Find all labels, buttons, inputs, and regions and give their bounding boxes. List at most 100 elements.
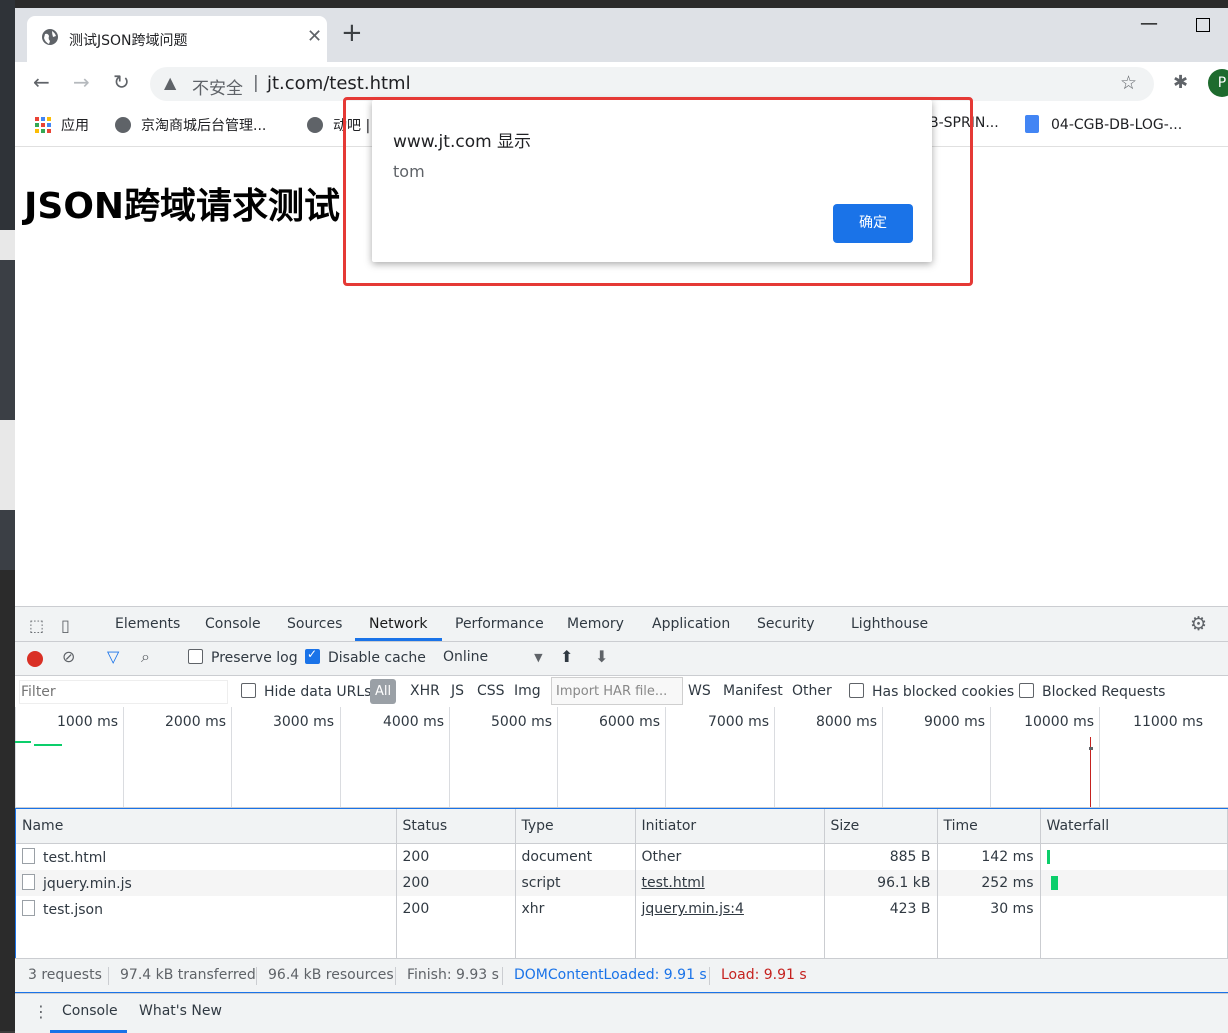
- search-icon[interactable]: ⌕: [141, 647, 150, 667]
- address-bar[interactable]: ▲ 不安全 | jt.com/test.html ☆: [150, 67, 1154, 101]
- clear-icon[interactable]: ⊘: [62, 647, 75, 666]
- column-header-waterfall[interactable]: Waterfall: [1040, 809, 1228, 844]
- filter-icon[interactable]: ▽: [107, 647, 119, 666]
- throttle-select[interactable]: Online ▼: [443, 649, 543, 665]
- minimize-icon[interactable]: —: [1140, 13, 1158, 34]
- network-toolbar: ⊘ ▽ ⌕ Preserve log Disable cache Online ▼…: [15, 642, 1228, 676]
- disable-cache-checkbox[interactable]: Disable cache: [305, 647, 426, 666]
- column-header-initiator[interactable]: Initiator: [635, 809, 825, 844]
- apps-grid-icon: [35, 117, 51, 133]
- url-text: jt.com/test.html: [267, 73, 411, 94]
- blocked-requests-checkbox[interactable]: Blocked Requests: [1019, 683, 1165, 700]
- tab-console[interactable]: Console: [205, 616, 261, 632]
- summary-load: Load: 9.91 s: [721, 967, 807, 983]
- drawer-tab-console[interactable]: Console: [62, 1003, 118, 1019]
- hide-data-urls-checkbox[interactable]: Hide data URLs: [241, 683, 371, 700]
- initiator-link[interactable]: jquery.min.js:4: [642, 901, 744, 917]
- devtools-panel: ⬚ ▯ Elements Console Sources Network Per…: [15, 606, 1228, 1033]
- omnibox-separator: |: [253, 73, 259, 93]
- waterfall-bar: [1050, 876, 1058, 890]
- request-name: jquery.min.js: [43, 876, 132, 892]
- highlight-annotation-box: [343, 97, 973, 286]
- import-har-icon[interactable]: ⬆: [560, 647, 573, 666]
- table-row[interactable]: test.json 200 xhr jquery.min.js:4 423 B …: [16, 896, 1228, 922]
- bookmark-cgb-db-log[interactable]: 04-CGB-DB-LOG-...: [1025, 115, 1182, 133]
- new-tab-button[interactable]: +: [341, 20, 363, 46]
- title-bar-edge: [15, 0, 1228, 8]
- initiator-link[interactable]: test.html: [642, 875, 705, 891]
- tab-network[interactable]: Network: [369, 616, 427, 632]
- request-time: 142 ms: [937, 843, 1041, 870]
- checkbox-icon: [1019, 683, 1034, 698]
- inspect-icon[interactable]: ⬚: [29, 616, 44, 635]
- divider: [709, 967, 710, 985]
- column-header-time[interactable]: Time: [937, 809, 1041, 844]
- export-har-icon[interactable]: ⬇: [595, 647, 608, 666]
- filter-manifest[interactable]: Manifest: [723, 683, 783, 699]
- filter-input[interactable]: [19, 680, 228, 704]
- request-size: 96.1 kB: [824, 870, 938, 896]
- devtools-tab-bar: ⬚ ▯ Elements Console Sources Network Per…: [15, 607, 1228, 642]
- timeline-tick: 4000 ms: [340, 707, 450, 807]
- tab-memory[interactable]: Memory: [567, 616, 624, 632]
- preserve-log-checkbox[interactable]: Preserve log: [188, 649, 298, 666]
- star-icon[interactable]: ☆: [1120, 72, 1137, 94]
- import-har-tooltip: Import HAR file...: [551, 677, 683, 705]
- filter-css[interactable]: CSS: [477, 683, 505, 699]
- timeline-tick: 10000 ms: [990, 707, 1100, 807]
- page-heading: JSON跨域请求测试: [24, 186, 341, 227]
- summary-resources: 96.4 kB resources: [268, 967, 394, 983]
- hide-data-urls-label: Hide data URLs: [264, 684, 372, 700]
- blocked-requests-label: Blocked Requests: [1042, 684, 1166, 700]
- filter-all[interactable]: All: [370, 679, 396, 704]
- column-header-status[interactable]: Status: [396, 809, 516, 844]
- filter-img[interactable]: Img: [514, 683, 541, 699]
- bookmark-apps[interactable]: 应用: [35, 115, 89, 135]
- filter-ws[interactable]: WS: [688, 683, 711, 699]
- waterfall-cell: [1040, 870, 1228, 896]
- back-arrow-icon[interactable]: ←: [33, 70, 50, 94]
- puzzle-icon[interactable]: ✱: [1173, 72, 1188, 93]
- has-blocked-cookies-checkbox[interactable]: Has blocked cookies: [849, 683, 1014, 700]
- column-header-name[interactable]: Name: [16, 809, 397, 844]
- filter-other[interactable]: Other: [792, 683, 832, 699]
- tab-active[interactable]: 测试JSON跨域问题 ✕: [27, 16, 327, 62]
- profile-avatar[interactable]: P: [1208, 69, 1228, 97]
- waterfall-cell: [1040, 843, 1228, 870]
- tab-strip: 测试JSON跨域问题 ✕ + —: [15, 8, 1228, 62]
- tab-security[interactable]: Security: [757, 616, 815, 632]
- tab-application[interactable]: Application: [652, 616, 730, 632]
- maximize-icon[interactable]: [1196, 18, 1210, 32]
- network-overview-timeline[interactable]: 1000 ms 2000 ms 3000 ms 4000 ms 5000 ms …: [15, 707, 1228, 808]
- tab-performance[interactable]: Performance: [455, 616, 544, 632]
- background-window-edge: [0, 0, 15, 1031]
- filter-js[interactable]: JS: [451, 683, 464, 699]
- bookmark-jingtao[interactable]: 京淘商城后台管理...: [115, 115, 266, 135]
- table-row[interactable]: jquery.min.js 200 script test.html 96.1 …: [16, 870, 1228, 896]
- request-type: document: [515, 843, 636, 870]
- close-icon[interactable]: ✕: [307, 26, 322, 47]
- forward-arrow-icon[interactable]: →: [73, 70, 90, 94]
- request-status: 200: [396, 843, 516, 870]
- device-toolbar-icon[interactable]: ▯: [61, 616, 70, 635]
- tab-lighthouse[interactable]: Lighthouse: [851, 616, 928, 632]
- drawer-tab-whats-new[interactable]: What's New: [139, 1003, 222, 1019]
- dcl-event-marker: [1089, 747, 1093, 750]
- gear-icon[interactable]: ⚙: [1190, 613, 1207, 635]
- request-type: xhr: [515, 896, 636, 922]
- filter-xhr[interactable]: XHR: [410, 683, 440, 699]
- reload-icon[interactable]: ↻: [113, 70, 130, 94]
- record-icon[interactable]: [27, 651, 43, 667]
- column-header-size[interactable]: Size: [824, 809, 938, 844]
- column-header-type[interactable]: Type: [515, 809, 636, 844]
- request-name: test.html: [43, 850, 107, 866]
- more-options-icon[interactable]: ⋮: [33, 1002, 49, 1021]
- tab-sources[interactable]: Sources: [287, 616, 342, 632]
- request-type: script: [515, 870, 636, 896]
- checkbox-icon: [188, 649, 203, 664]
- tab-elements[interactable]: Elements: [115, 616, 180, 632]
- file-icon: [22, 874, 35, 890]
- timeline-tick: 11000 ms: [1099, 707, 1209, 807]
- table-row[interactable]: test.html 200 document Other 885 B 142 m…: [16, 843, 1228, 870]
- globe-icon: [115, 117, 131, 133]
